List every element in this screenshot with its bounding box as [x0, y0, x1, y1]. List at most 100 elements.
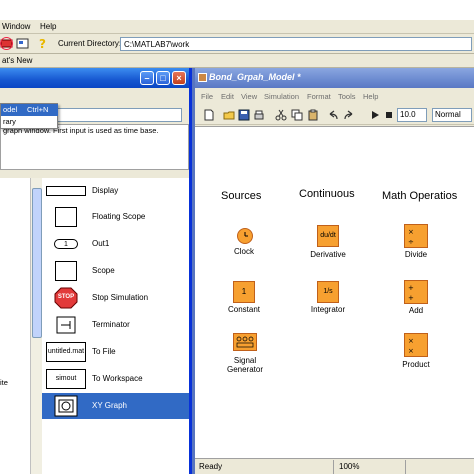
add-icon: + + — [408, 284, 414, 302]
model-canvas[interactable]: Sources Continuous Math Operatios Clock … — [195, 126, 474, 458]
product-icon: × × — [408, 337, 414, 355]
simulink-icon[interactable] — [0, 37, 13, 50]
start-simulation-icon[interactable] — [369, 109, 381, 121]
block-description: graph window. First input is used as tim… — [0, 124, 189, 170]
xy-graph-icon — [54, 395, 78, 417]
simulink-model-icon — [198, 73, 207, 82]
scope-icon — [55, 261, 77, 281]
integrator-label: Integrator — [310, 305, 346, 314]
context-menu: odel Ctrl+N rary — [0, 103, 58, 129]
divide-icon: × ÷ — [408, 228, 414, 246]
constant-block[interactable]: 1 — [233, 281, 255, 303]
menu-help[interactable]: Help — [363, 92, 378, 101]
block-label: Terminator — [92, 320, 130, 329]
constant-label: Constant — [227, 305, 261, 314]
menu-item-new-model[interactable]: odel Ctrl+N — [1, 104, 58, 116]
menu-window[interactable]: Window — [2, 22, 30, 31]
menu-item-new-library[interactable]: rary — [1, 116, 58, 128]
stop-time-field[interactable]: 10.0 — [397, 108, 427, 122]
svg-text:?: ? — [39, 37, 46, 50]
minimize-button[interactable]: – — [140, 71, 154, 85]
divide-block[interactable]: × ÷ — [404, 224, 428, 248]
whats-new-link[interactable]: at's New — [2, 56, 32, 65]
svg-text:×: × — [408, 337, 414, 345]
block-floating-scope[interactable]: Floating Scope — [42, 204, 189, 230]
status-divider — [333, 460, 334, 474]
heading-continuous: Continuous — [299, 188, 355, 200]
scrollbar-thumb[interactable] — [32, 188, 42, 338]
matlab-menubar: Window Help — [0, 20, 474, 34]
model-status-bar: Ready 100% — [195, 458, 474, 474]
block-scope[interactable]: Scope — [42, 258, 189, 284]
integrator-block[interactable]: 1/s — [317, 281, 339, 303]
current-directory-label: Current Directory: — [58, 39, 122, 48]
terminator-icon — [56, 316, 76, 334]
tree-item-partial[interactable]: ite — [0, 378, 8, 387]
menu-file[interactable]: File — [201, 92, 213, 101]
menu-view[interactable]: View — [241, 92, 257, 101]
derivative-label: Derivative — [310, 250, 346, 259]
clock-block[interactable] — [237, 228, 253, 244]
outport-icon: 1 — [54, 239, 78, 249]
product-block[interactable]: × × — [404, 333, 428, 357]
block-xy-graph[interactable]: XY Graph — [42, 393, 189, 419]
heading-math-operations: Math Operatios — [382, 190, 458, 202]
add-block[interactable]: + + — [404, 280, 428, 304]
menu-edit[interactable]: Edit — [221, 92, 234, 101]
menu-format[interactable]: Format — [307, 92, 331, 101]
block-label: Scope — [92, 266, 115, 275]
undo-icon[interactable] — [327, 109, 339, 121]
svg-text:+: + — [408, 284, 414, 292]
block-out1[interactable]: 1 Out1 — [42, 231, 189, 257]
cut-icon[interactable] — [275, 109, 287, 121]
help-icon[interactable]: ? — [36, 37, 49, 50]
redo-icon[interactable] — [343, 109, 355, 121]
model-toolbar: 10.0 Normal — [195, 105, 474, 125]
derivative-block[interactable]: du/dt — [317, 225, 339, 247]
stop-simulation-icon[interactable] — [383, 109, 395, 121]
block-to-file[interactable]: untitled.mat To File — [42, 339, 189, 365]
scope-icon — [55, 207, 77, 227]
status-divider — [405, 460, 406, 474]
guide-icon[interactable] — [16, 37, 29, 50]
block-label: XY Graph — [92, 401, 127, 410]
signal-generator-block[interactable] — [233, 333, 257, 351]
new-icon[interactable] — [203, 109, 215, 121]
svg-text:×: × — [408, 347, 414, 355]
copy-icon[interactable] — [291, 109, 303, 121]
block-to-workspace[interactable]: simout To Workspace — [42, 366, 189, 392]
waveform-icon — [236, 336, 254, 348]
menu-item-label: odel — [3, 105, 18, 114]
divide-label: Divide — [404, 250, 428, 259]
menu-help[interactable]: Help — [40, 22, 56, 31]
signal-generator-label-2: Generator — [226, 365, 264, 374]
model-titlebar: Bond_Grpah_Model * — [195, 68, 474, 88]
product-label: Product — [402, 360, 430, 369]
model-menubar: File Edit View Simulation Format Tools H… — [195, 88, 474, 104]
library-block-list: Display Floating Scope 1 Out1 Scope STOP… — [42, 178, 189, 474]
clock-icon — [244, 232, 248, 237]
status-zoom: 100% — [339, 462, 360, 471]
maximize-button[interactable]: □ — [156, 71, 170, 85]
block-terminator[interactable]: Terminator — [42, 312, 189, 338]
save-icon[interactable] — [238, 109, 250, 121]
current-directory-field[interactable]: C:\MATLAB7\work — [120, 37, 472, 51]
close-button[interactable]: × — [172, 71, 186, 85]
heading-sources: Sources — [221, 190, 262, 202]
stop-sign-text: STOP — [57, 294, 75, 300]
print-icon[interactable] — [253, 109, 265, 121]
block-stop-simulation[interactable]: STOP Stop Simulation — [42, 285, 189, 311]
menu-tools[interactable]: Tools — [338, 92, 356, 101]
block-display[interactable]: Display — [42, 178, 189, 204]
block-label: Floating Scope — [92, 212, 146, 221]
status-ready: Ready — [199, 462, 223, 471]
simulation-mode-select[interactable]: Normal — [432, 108, 472, 122]
svg-text:÷: ÷ — [408, 238, 414, 246]
paste-icon[interactable] — [307, 109, 319, 121]
open-icon[interactable] — [223, 109, 235, 121]
library-titlebar: – □ × — [0, 68, 189, 88]
menu-simulation[interactable]: Simulation — [264, 92, 299, 101]
tree-scrollbar[interactable] — [30, 178, 42, 474]
add-label: Add — [408, 306, 424, 315]
signal-generator-label-1: Signal — [233, 356, 257, 365]
